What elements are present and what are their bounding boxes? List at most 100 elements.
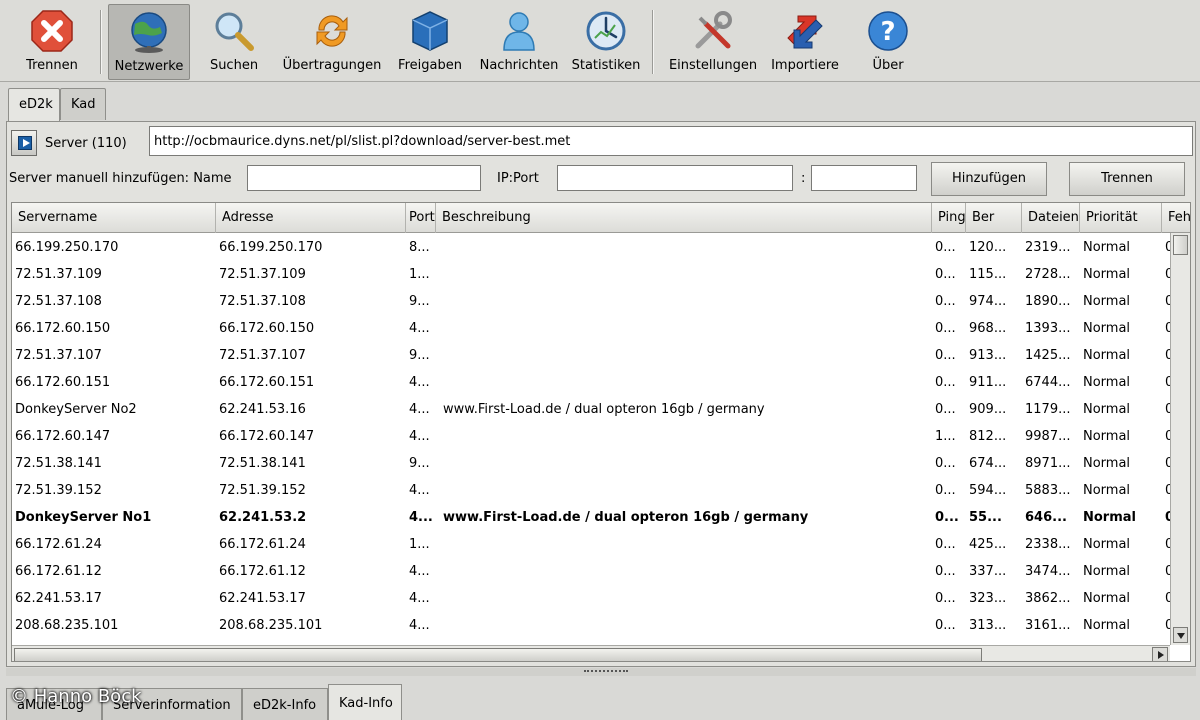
- cell-description: [440, 585, 930, 612]
- table-row[interactable]: 72.51.38.141 72.51.38.141 9... 0... 674... 89…: [12, 450, 1172, 477]
- table-row[interactable]: DonkeyServer No1 62.241.53.2 4... www.First…: [12, 504, 1172, 531]
- toolbar-separator: [652, 10, 654, 74]
- pane-splitter[interactable]: [6, 668, 1196, 676]
- cell-port: 4...: [409, 483, 430, 498]
- search-toolbar-button[interactable]: Suchen: [196, 4, 272, 80]
- table-row[interactable]: 66.172.61.12 66.172.61.12 4... 0... 337... 34…: [12, 558, 1172, 585]
- vertical-scrollbar[interactable]: [1170, 233, 1190, 645]
- copyright-watermark: © Hanno Böck: [10, 686, 142, 707]
- cell-users: 968...: [969, 321, 1007, 336]
- table-row[interactable]: 72.51.37.107 72.51.37.107 9... 0... 913... 14…: [12, 342, 1172, 369]
- cell-description: [440, 234, 930, 261]
- cell-port: 1...: [409, 267, 430, 282]
- cell-ping: 0...: [935, 483, 956, 498]
- tab-kad-info[interactable]: Kad-Info: [328, 684, 402, 720]
- table-row[interactable]: 66.172.60.147 66.172.60.147 4... 1... 812...…: [12, 423, 1172, 450]
- column-header-port[interactable]: Port: [406, 203, 436, 233]
- cell-servername: 62.241.53.17: [15, 591, 102, 606]
- cell-servername: 72.51.38.141: [15, 456, 102, 471]
- column-header-users[interactable]: Ber: [966, 203, 1022, 233]
- update-server-list-button[interactable]: [11, 130, 37, 156]
- add-server-button[interactable]: Hinzufügen: [931, 162, 1047, 196]
- column-header-priority[interactable]: Priorität: [1080, 203, 1162, 233]
- networks-label: Netzwerke: [114, 59, 184, 74]
- table-row[interactable]: 66.199.250.170 66.199.250.170 8... 0... 120.…: [12, 234, 1172, 261]
- column-header-description[interactable]: Beschreibung: [436, 203, 932, 233]
- cell-port: 4...: [409, 591, 430, 606]
- cell-port: 4...: [409, 564, 430, 579]
- cell-port: 4...: [409, 429, 430, 444]
- column-header-servername[interactable]: Servername: [12, 203, 216, 233]
- cell-address: 66.172.60.147: [219, 429, 315, 444]
- ed2k-panel: Server (110) Server manuell hinzufügen: …: [6, 121, 1196, 667]
- cell-port: 4...: [409, 321, 430, 336]
- manual-add-name-label: Server manuell hinzufügen: Name: [9, 171, 232, 186]
- table-row[interactable]: 66.172.60.150 66.172.60.150 4... 0... 968...…: [12, 315, 1172, 342]
- table-row[interactable]: 72.51.37.109 72.51.37.109 1... 0... 115... 27…: [12, 261, 1172, 288]
- transfers-toolbar-button[interactable]: Übertragungen: [278, 4, 386, 80]
- cell-address: 62.241.53.16: [219, 402, 306, 417]
- table-row[interactable]: 66.172.60.151 66.172.60.151 4... 0... 911...…: [12, 369, 1172, 396]
- cell-files: 1179...: [1025, 402, 1071, 417]
- about-toolbar-button[interactable]: ? Über: [850, 4, 926, 80]
- cell-port: 4...: [409, 510, 433, 525]
- settings-toolbar-button[interactable]: Einstellungen: [664, 4, 762, 80]
- messages-toolbar-button[interactable]: Nachrichten: [474, 4, 564, 80]
- table-row[interactable]: 208.68.235.101 208.68.235.101 4... 0... 313.…: [12, 612, 1172, 639]
- log-tabs: aMule-Log Serverinformation eD2k-Info Ka…: [6, 680, 1196, 720]
- table-row[interactable]: DonkeyServer No2 62.241.53.16 4... www.Firs…: [12, 396, 1172, 423]
- cell-port: 4...: [409, 402, 430, 417]
- scroll-right-arrow[interactable]: [1152, 647, 1168, 661]
- horizontal-scrollbar[interactable]: [12, 645, 1170, 661]
- svg-text:?: ?: [880, 17, 895, 47]
- port-field[interactable]: [811, 165, 917, 191]
- splitter-grip[interactable]: [584, 670, 628, 674]
- cell-priority: Normal: [1083, 618, 1131, 633]
- cell-ping: 0...: [935, 321, 956, 336]
- shared-box-icon: [412, 11, 448, 51]
- tab-kad[interactable]: Kad: [60, 88, 106, 120]
- column-header-address[interactable]: Adresse: [216, 203, 406, 233]
- cell-description: [440, 288, 930, 315]
- shared-toolbar-button[interactable]: Freigaben: [392, 4, 468, 80]
- column-header-ping[interactable]: Ping: [932, 203, 966, 233]
- disconnect-label: Trennen: [26, 58, 78, 73]
- import-toolbar-button[interactable]: Importiere: [766, 4, 844, 80]
- statistics-label: Statistiken: [571, 58, 641, 73]
- cell-users: 313...: [969, 618, 1007, 633]
- table-row[interactable]: 72.51.37.108 72.51.37.108 9... 0... 974... 18…: [12, 288, 1172, 315]
- table-header: Servername Adresse Port Beschreibung Pin…: [12, 203, 1190, 233]
- cell-address: 72.51.39.152: [219, 483, 306, 498]
- cell-servername: DonkeyServer No2: [15, 402, 137, 417]
- tab-ed2k-info[interactable]: eD2k-Info: [242, 688, 328, 720]
- cell-description: [440, 423, 930, 450]
- server-url-input[interactable]: [149, 126, 1193, 156]
- scroll-down-arrow[interactable]: [1173, 627, 1188, 643]
- ip-port-label: IP:Port: [497, 171, 539, 186]
- colon-label: :: [801, 171, 806, 186]
- toolbar-separator: [100, 10, 102, 74]
- cell-port: 9...: [409, 294, 430, 309]
- cell-users: 812...: [969, 429, 1007, 444]
- horizontal-scroll-thumb[interactable]: [14, 648, 982, 661]
- table-row[interactable]: 72.51.39.152 72.51.39.152 4... 0... 594... 58…: [12, 477, 1172, 504]
- cell-address: 66.172.61.24: [219, 537, 306, 552]
- server-table: Servername Adresse Port Beschreibung Pin…: [11, 202, 1191, 662]
- cell-servername: 72.51.37.109: [15, 267, 102, 282]
- vertical-scroll-thumb[interactable]: [1173, 235, 1188, 255]
- column-header-files[interactable]: Dateien: [1022, 203, 1080, 233]
- table-row[interactable]: 66.172.61.24 66.172.61.24 1... 0... 425... 23…: [12, 531, 1172, 558]
- table-row[interactable]: 62.241.53.17 62.241.53.17 4... 0... 323... 38…: [12, 585, 1172, 612]
- disconnect-toolbar-button[interactable]: Trennen: [8, 4, 96, 80]
- statistics-toolbar-button[interactable]: Statistiken: [568, 4, 644, 80]
- disconnect-button[interactable]: Trennen: [1069, 162, 1185, 196]
- cell-description: www.First-Load.de / dual opteron 16gb / …: [443, 402, 765, 417]
- cell-address: 72.51.38.141: [219, 456, 306, 471]
- cell-ping: 0...: [935, 591, 956, 606]
- server-name-field[interactable]: [247, 165, 481, 191]
- column-header-failed[interactable]: Feh: [1162, 203, 1190, 233]
- ip-field[interactable]: [557, 165, 793, 191]
- cell-files: 1890...: [1025, 294, 1071, 309]
- tab-ed2k[interactable]: eD2k: [8, 88, 60, 122]
- networks-toolbar-button[interactable]: Netzwerke: [108, 4, 190, 80]
